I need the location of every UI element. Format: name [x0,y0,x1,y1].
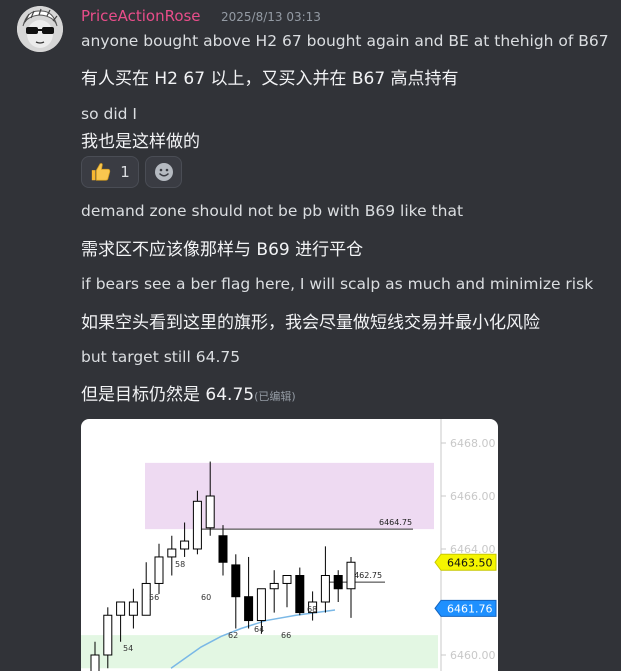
timestamp: 2025/8/13 03:13 [221,10,321,24]
candle-bull [128,601,138,616]
candle-bull [90,654,100,671]
candle-bull [167,548,177,558]
zone-demand [81,635,438,669]
message-line-zh: 我也是这样做的 [81,132,200,152]
candle-bull [320,575,330,603]
thumbs-up-icon [92,163,111,181]
author-name[interactable]: PriceActionRose [81,7,201,25]
candle-bull [180,540,190,550]
bar-number-label: 60 [201,593,211,602]
y-tick-label: 6468.00 [450,437,496,450]
message-line-en: demand zone should not be pb with B69 li… [81,202,464,220]
candle-bear [218,535,228,563]
candle-bull [154,556,164,584]
bar-number-label: 54 [123,644,133,653]
candle-bull [346,561,356,590]
message-line-en: if bears see a ber flag here, I will sca… [81,275,594,293]
candle-bull [205,495,215,529]
y-tick-label: 6460.00 [450,649,496,662]
message-line-en: but target still 64.75 [81,348,241,366]
bar-number-label: 66 [281,631,291,640]
candle-bull [269,582,279,590]
message-text: 但是目标仍然是 64.75 [81,385,255,405]
level-label: 6464.75 [379,518,412,527]
candle-bull [192,500,202,550]
bar-number-label: 68 [307,605,317,614]
message-line-en: so did I [81,105,137,123]
avatar[interactable] [17,6,63,52]
candlestick-chart: 6464.756462.7554565860626466686468.00646… [81,419,497,671]
price-tag-label: 6461.76 [447,602,493,615]
candle-bear [295,575,305,614]
candle-bear [244,596,254,622]
candle-bull [256,588,266,622]
bar-number-label: 56 [149,593,159,602]
bar-number-label: 58 [175,560,185,569]
candle-bull [116,601,126,616]
y-tick-label: 6466.00 [450,490,496,503]
candle-bear [231,564,241,598]
add-reaction-button[interactable] [145,156,182,188]
smiley-icon [154,163,173,181]
edited-label: (已编辑) [254,390,296,403]
reaction-count: 1 [120,163,130,181]
reaction-thumbs-up[interactable]: 1 [81,156,139,188]
bar-number-label: 64 [254,625,264,634]
candle-bear [333,575,343,590]
bar-number-label: 62 [228,631,238,640]
price-tag-label: 6463.50 [447,556,493,569]
candle-bull [103,614,113,656]
candle-bull [282,575,292,584]
chart-attachment[interactable]: 6464.75 6462.75 54 56 58 60 62 64 66 68 6468.00 646… [81,419,621,671]
message-line-zh: 但是目标仍然是 64.75(已编辑) [81,380,296,405]
message-line-en: anyone bought above H2 67 bought again a… [81,32,609,50]
message-line-zh: 有人买在 H2 67 以上，又买入并在 B67 高点持有 [81,69,459,89]
message-line-zh: 需求区不应该像那样与 B69 进行平仓 [81,240,364,260]
message-line-zh: 如果空头看到这里的旗形，我会尽量做短线交易并最小化风险 [81,313,540,333]
